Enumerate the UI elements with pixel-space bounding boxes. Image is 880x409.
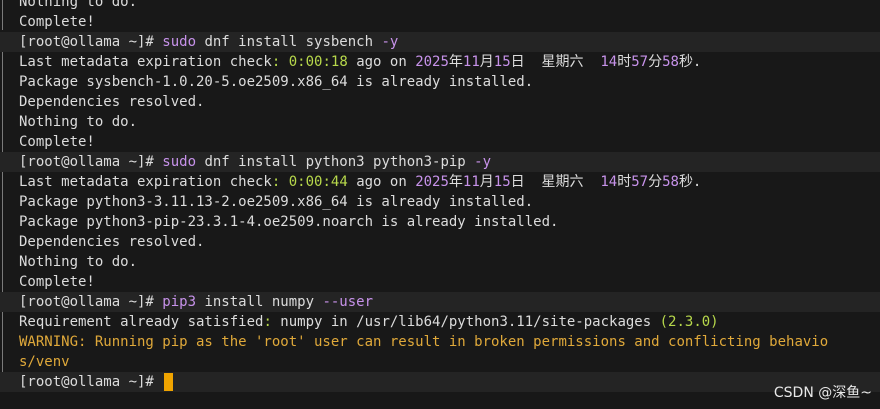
output-line: Complete! bbox=[19, 272, 880, 292]
prompt-line: [root@ollama ~]# bbox=[0, 372, 880, 392]
line-text: pip3 bbox=[162, 294, 197, 310]
line-text: Dependencies resolved. bbox=[19, 94, 205, 110]
line-text: Dependencies resolved. bbox=[19, 234, 205, 250]
watermark: CSDN @深鱼~ bbox=[773, 385, 872, 401]
line-text: (2.3.0) bbox=[659, 314, 719, 330]
prompt-line: [root@ollama ~]# sudo dnf install python… bbox=[0, 152, 880, 172]
line-text: 分 bbox=[648, 54, 663, 70]
line-text: [root@ollama ~]# bbox=[19, 294, 163, 310]
line-text: 57 bbox=[631, 174, 649, 190]
line-text: [root@ollama ~]# bbox=[19, 154, 163, 170]
line-text: 14 bbox=[600, 54, 618, 70]
output-line: WARNING: Running pip as the 'root' user … bbox=[19, 332, 880, 352]
scroll-marker bbox=[2, 0, 3, 30]
line-text: 0:00:44 bbox=[288, 174, 348, 190]
line-text: Complete! bbox=[19, 134, 95, 150]
line-text: [root@ollama ~]# bbox=[19, 34, 163, 50]
line-text: 月 bbox=[479, 54, 494, 70]
line-text bbox=[280, 54, 288, 70]
line-text: Nothing to do. bbox=[19, 114, 138, 130]
output-line: Dependencies resolved. bbox=[19, 232, 880, 252]
output-line: Package python3-pip-23.3.1-4.oe2509.noar… bbox=[19, 212, 880, 232]
line-text: 月 bbox=[479, 174, 494, 190]
line-text: 14 bbox=[600, 174, 618, 190]
line-text: Requirement already satisfied bbox=[19, 314, 264, 330]
line-text: 秒. bbox=[678, 54, 702, 70]
line-text: 58 bbox=[662, 174, 679, 190]
output-line: Last metadata expiration check: 0:00:44 … bbox=[19, 172, 880, 192]
line-text: 日 星期六 bbox=[510, 174, 601, 190]
line-text: 58 bbox=[662, 54, 679, 70]
line-text: 15 bbox=[493, 174, 511, 190]
line-text: 时 bbox=[617, 54, 632, 70]
output-line: Complete! bbox=[19, 12, 880, 32]
line-text: 11 bbox=[462, 54, 480, 70]
line-text: 年 bbox=[448, 174, 463, 190]
line-text: 2025 bbox=[415, 54, 449, 70]
line-text: 15 bbox=[493, 54, 511, 70]
line-text: dnf install sysbench bbox=[196, 34, 382, 50]
line-text: Last metadata expiration check bbox=[19, 174, 272, 190]
line-text: numpy in /usr/lib64/python3.11/site-pack… bbox=[271, 314, 660, 330]
prompt-line: [root@ollama ~]# sudo dnf install sysben… bbox=[0, 32, 880, 52]
terminal-window[interactable]: Nothing to do. Complete! [root@ollama ~]# … bbox=[0, 0, 880, 409]
line-text: 年 bbox=[448, 54, 463, 70]
line-text: Complete! bbox=[19, 14, 95, 30]
scroll-marker bbox=[2, 312, 3, 372]
gutter bbox=[0, 0, 10, 409]
scroll-marker bbox=[2, 52, 3, 152]
line-text: Last metadata expiration check bbox=[19, 54, 272, 70]
output-line: Nothing to do. bbox=[19, 252, 880, 272]
line-text: sudo bbox=[162, 154, 197, 170]
terminal-output[interactable]: Nothing to do. Complete! [root@ollama ~]# … bbox=[0, 0, 880, 392]
line-text: -y bbox=[474, 154, 492, 170]
output-line: Requirement already satisfied: numpy in … bbox=[19, 312, 880, 332]
line-text: Nothing to do. bbox=[19, 0, 138, 10]
output-line: Package sysbench-1.0.20-5.oe2509.x86_64 … bbox=[19, 72, 880, 92]
line-text: 分 bbox=[648, 174, 663, 190]
line-text: WARNING: Running pip as the 'root' user … bbox=[19, 334, 829, 350]
line-text: --user bbox=[322, 294, 374, 310]
line-text: ago on bbox=[347, 174, 416, 190]
line-text: Complete! bbox=[19, 274, 95, 290]
line-text: 秒. bbox=[678, 174, 702, 190]
line-text: ago on bbox=[347, 54, 416, 70]
line-text: install numpy bbox=[196, 294, 323, 310]
line-text bbox=[280, 174, 288, 190]
output-line: Package python3-3.11.13-2.oe2509.x86_64 … bbox=[19, 192, 880, 212]
output-line: Nothing to do. bbox=[19, 112, 880, 132]
output-line: Complete! bbox=[19, 132, 880, 152]
prompt-line: [root@ollama ~]# pip3 install numpy --us… bbox=[0, 292, 880, 312]
line-text: Package python3-pip-23.3.1-4.oe2509.noar… bbox=[19, 214, 559, 230]
line-text: dnf install python3 python3-pip bbox=[196, 154, 475, 170]
line-text: 11 bbox=[462, 174, 480, 190]
line-text: Package python3-3.11.13-2.oe2509.x86_64 … bbox=[19, 194, 534, 210]
cursor bbox=[164, 373, 174, 391]
line-text: 57 bbox=[631, 54, 649, 70]
line-text: 时 bbox=[617, 174, 632, 190]
line-text: 2025 bbox=[415, 174, 449, 190]
line-text: Package sysbench-1.0.20-5.oe2509.x86_64 … bbox=[19, 74, 534, 90]
output-line: Dependencies resolved. bbox=[19, 92, 880, 112]
line-text: sudo bbox=[162, 34, 197, 50]
output-line: Last metadata expiration check: 0:00:18 … bbox=[19, 52, 880, 72]
line-text: [root@ollama ~]# bbox=[19, 374, 163, 390]
line-text: 日 星期六 bbox=[510, 54, 601, 70]
output-line: Nothing to do. bbox=[19, 0, 880, 12]
output-line: s/venv bbox=[19, 352, 880, 372]
scroll-marker bbox=[2, 172, 3, 292]
line-text: -y bbox=[381, 34, 399, 50]
line-text: 0:00:18 bbox=[288, 54, 348, 70]
line-text: : bbox=[263, 314, 272, 330]
line-text: Nothing to do. bbox=[19, 254, 138, 270]
line-text: s/venv bbox=[19, 354, 70, 370]
